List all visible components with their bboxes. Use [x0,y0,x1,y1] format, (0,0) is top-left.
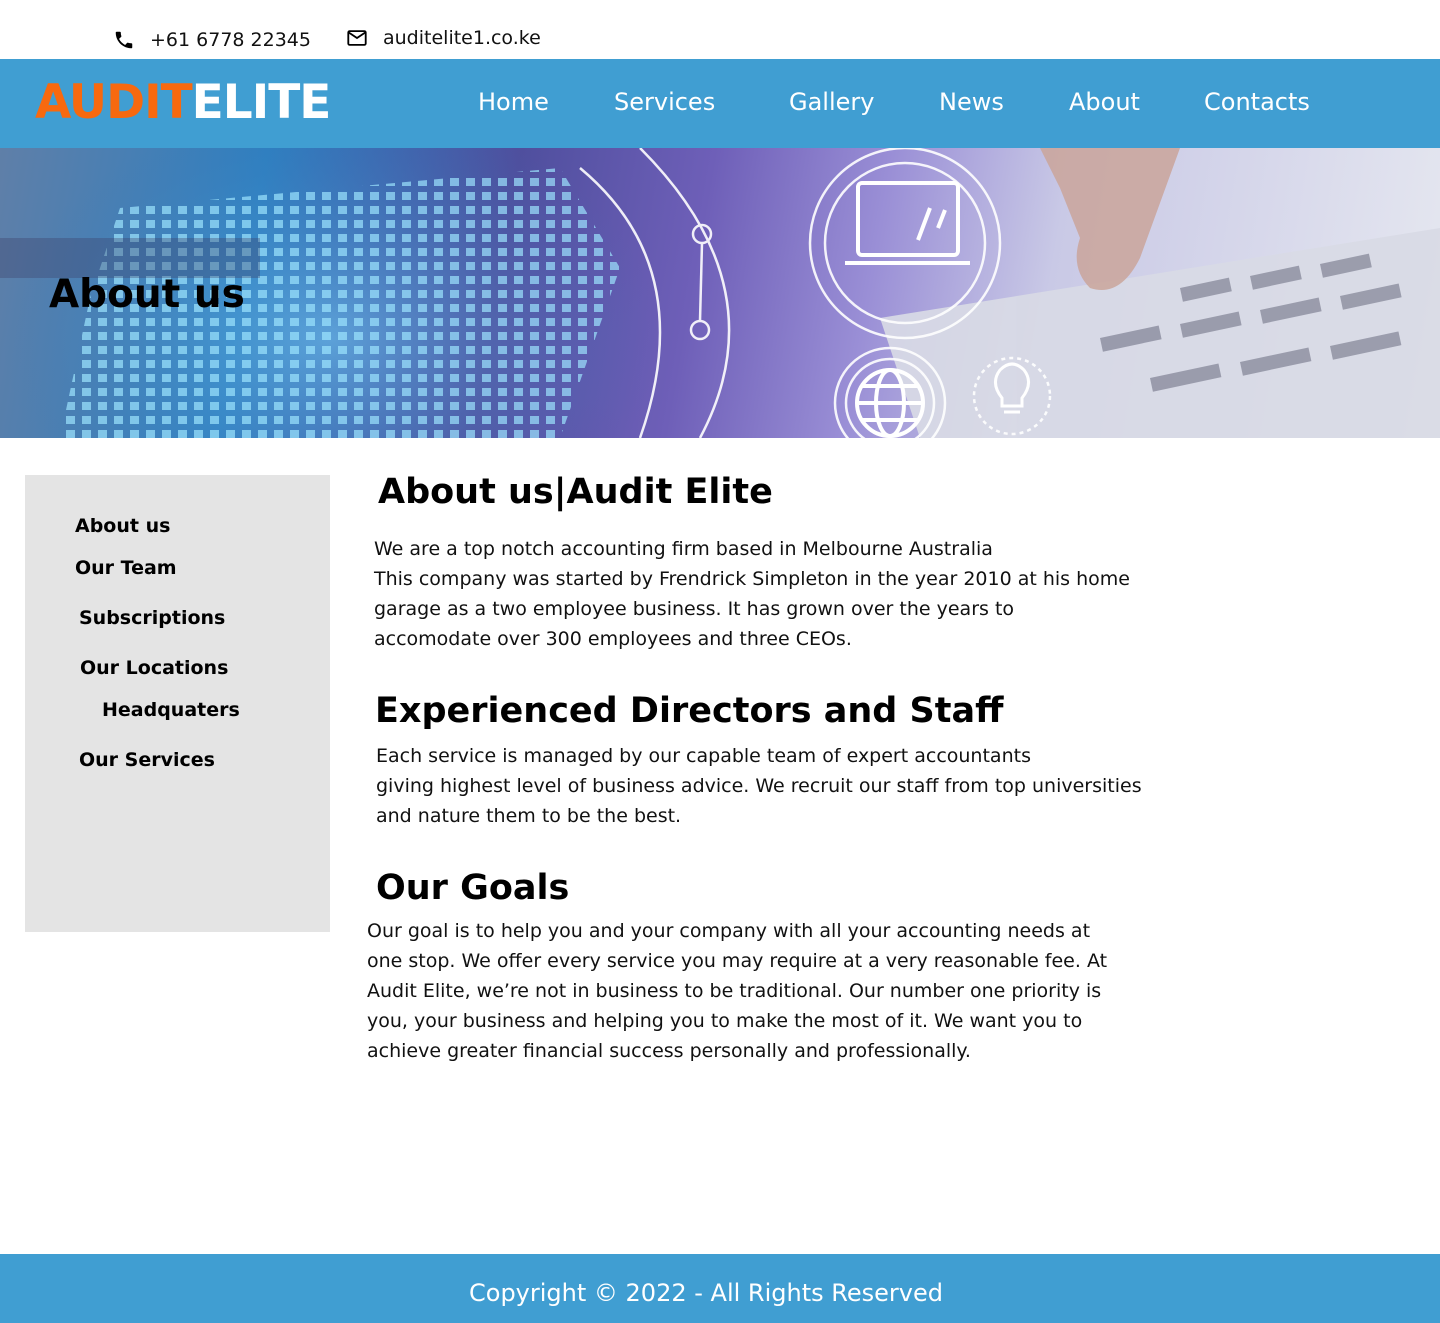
sidebar-item-our-team[interactable]: Our Team [75,557,177,579]
phone-number: +61 6778 22345 [150,29,311,51]
nav-news[interactable]: News [939,88,1004,116]
logo-part-audit: AUDIT [35,75,193,130]
about-line: This company was started by Frendrick Si… [374,568,1130,590]
sidebar-item-subscriptions[interactable]: Subscriptions [79,607,225,629]
copyright-text: Copyright © 2022 - All Rights Reserved [469,1279,943,1307]
about-line: garage as a two employee business. It ha… [374,598,1015,620]
main-header: AUDITELITE Home Services Gallery News Ab… [0,59,1440,148]
goals-line: you, your business and helping you to ma… [367,1010,1083,1032]
about-heading: About us|Audit Elite [378,472,773,512]
phone-icon [112,28,136,52]
hero-banner: About us [0,148,1440,438]
nav-gallery[interactable]: Gallery [789,88,874,116]
contact-bar: +61 6778 22345 auditelite1.co.ke [0,0,1440,59]
about-line: We are a top notch accounting firm based… [374,538,993,560]
goals-line: Audit Elite, we’re not in business to be… [367,980,1102,1002]
about-paragraph: We are a top notch accounting firm based… [374,534,1130,654]
nav-services[interactable]: Services [614,88,715,116]
phone-contact[interactable]: +61 6778 22345 [112,28,311,52]
staff-line: Each service is managed by our capable t… [376,745,1031,767]
sidebar-item-about-us[interactable]: About us [75,515,170,537]
logo-part-elite: ELITE [191,75,332,130]
staff-heading: Experienced Directors and Staff [375,691,1004,731]
staff-line: and nature them to be the best. [376,805,682,827]
mail-icon [345,26,369,50]
email-contact[interactable]: auditelite1.co.ke [345,26,541,50]
goals-paragraph: Our goal is to help you and your company… [367,916,1107,1066]
sidebar: About us Our Team Subscriptions Our Loca… [25,475,330,932]
nav-home[interactable]: Home [478,88,549,116]
nav-contacts[interactable]: Contacts [1204,88,1310,116]
goals-line: one stop. We offer every service you may… [367,950,1108,972]
about-line: accomodate over 300 employees and three … [374,628,852,650]
goals-line: achieve greater financial success person… [367,1040,971,1062]
goals-line: Our goal is to help you and your company… [367,920,1091,942]
sidebar-item-our-services[interactable]: Our Services [79,749,215,771]
staff-paragraph: Each service is managed by our capable t… [376,741,1142,831]
nav-about[interactable]: About [1069,88,1140,116]
email-address: auditelite1.co.ke [383,27,541,49]
staff-line: giving highest level of business advice.… [376,775,1142,797]
brand-logo[interactable]: AUDITELITE [35,75,332,130]
sidebar-item-our-locations[interactable]: Our Locations [80,657,228,679]
sidebar-item-headquaters[interactable]: Headquaters [102,699,240,721]
goals-heading: Our Goals [376,868,570,908]
footer: Copyright © 2022 - All Rights Reserved [0,1254,1440,1323]
hero-title: About us [49,272,245,317]
